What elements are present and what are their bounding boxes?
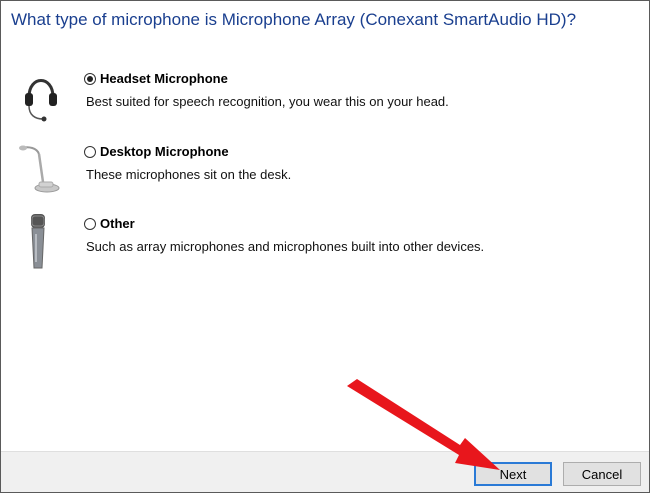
next-button[interactable]: Next [474,462,552,486]
headset-radio[interactable] [84,72,96,85]
desktop-radio[interactable] [84,145,96,158]
desktop-label[interactable]: Desktop Microphone [100,144,229,159]
other-label[interactable]: Other [100,216,135,231]
dialog-window: What type of microphone is Microphone Ar… [0,0,650,493]
dialog-title: What type of microphone is Microphone Ar… [11,10,577,29]
headset-icon [25,79,57,122]
desktop-description: These microphones sit on the desk. [86,167,292,182]
other-description: Such as array microphones and microphone… [86,239,485,254]
other-radio[interactable] [84,217,96,230]
cancel-button[interactable]: Cancel [563,462,641,486]
headset-description: Best suited for speech recognition, you … [86,94,449,109]
headset-label[interactable]: Headset Microphone [100,71,228,86]
desktop-microphone-icon [19,145,60,193]
handheld-microphone-icon [31,214,45,269]
